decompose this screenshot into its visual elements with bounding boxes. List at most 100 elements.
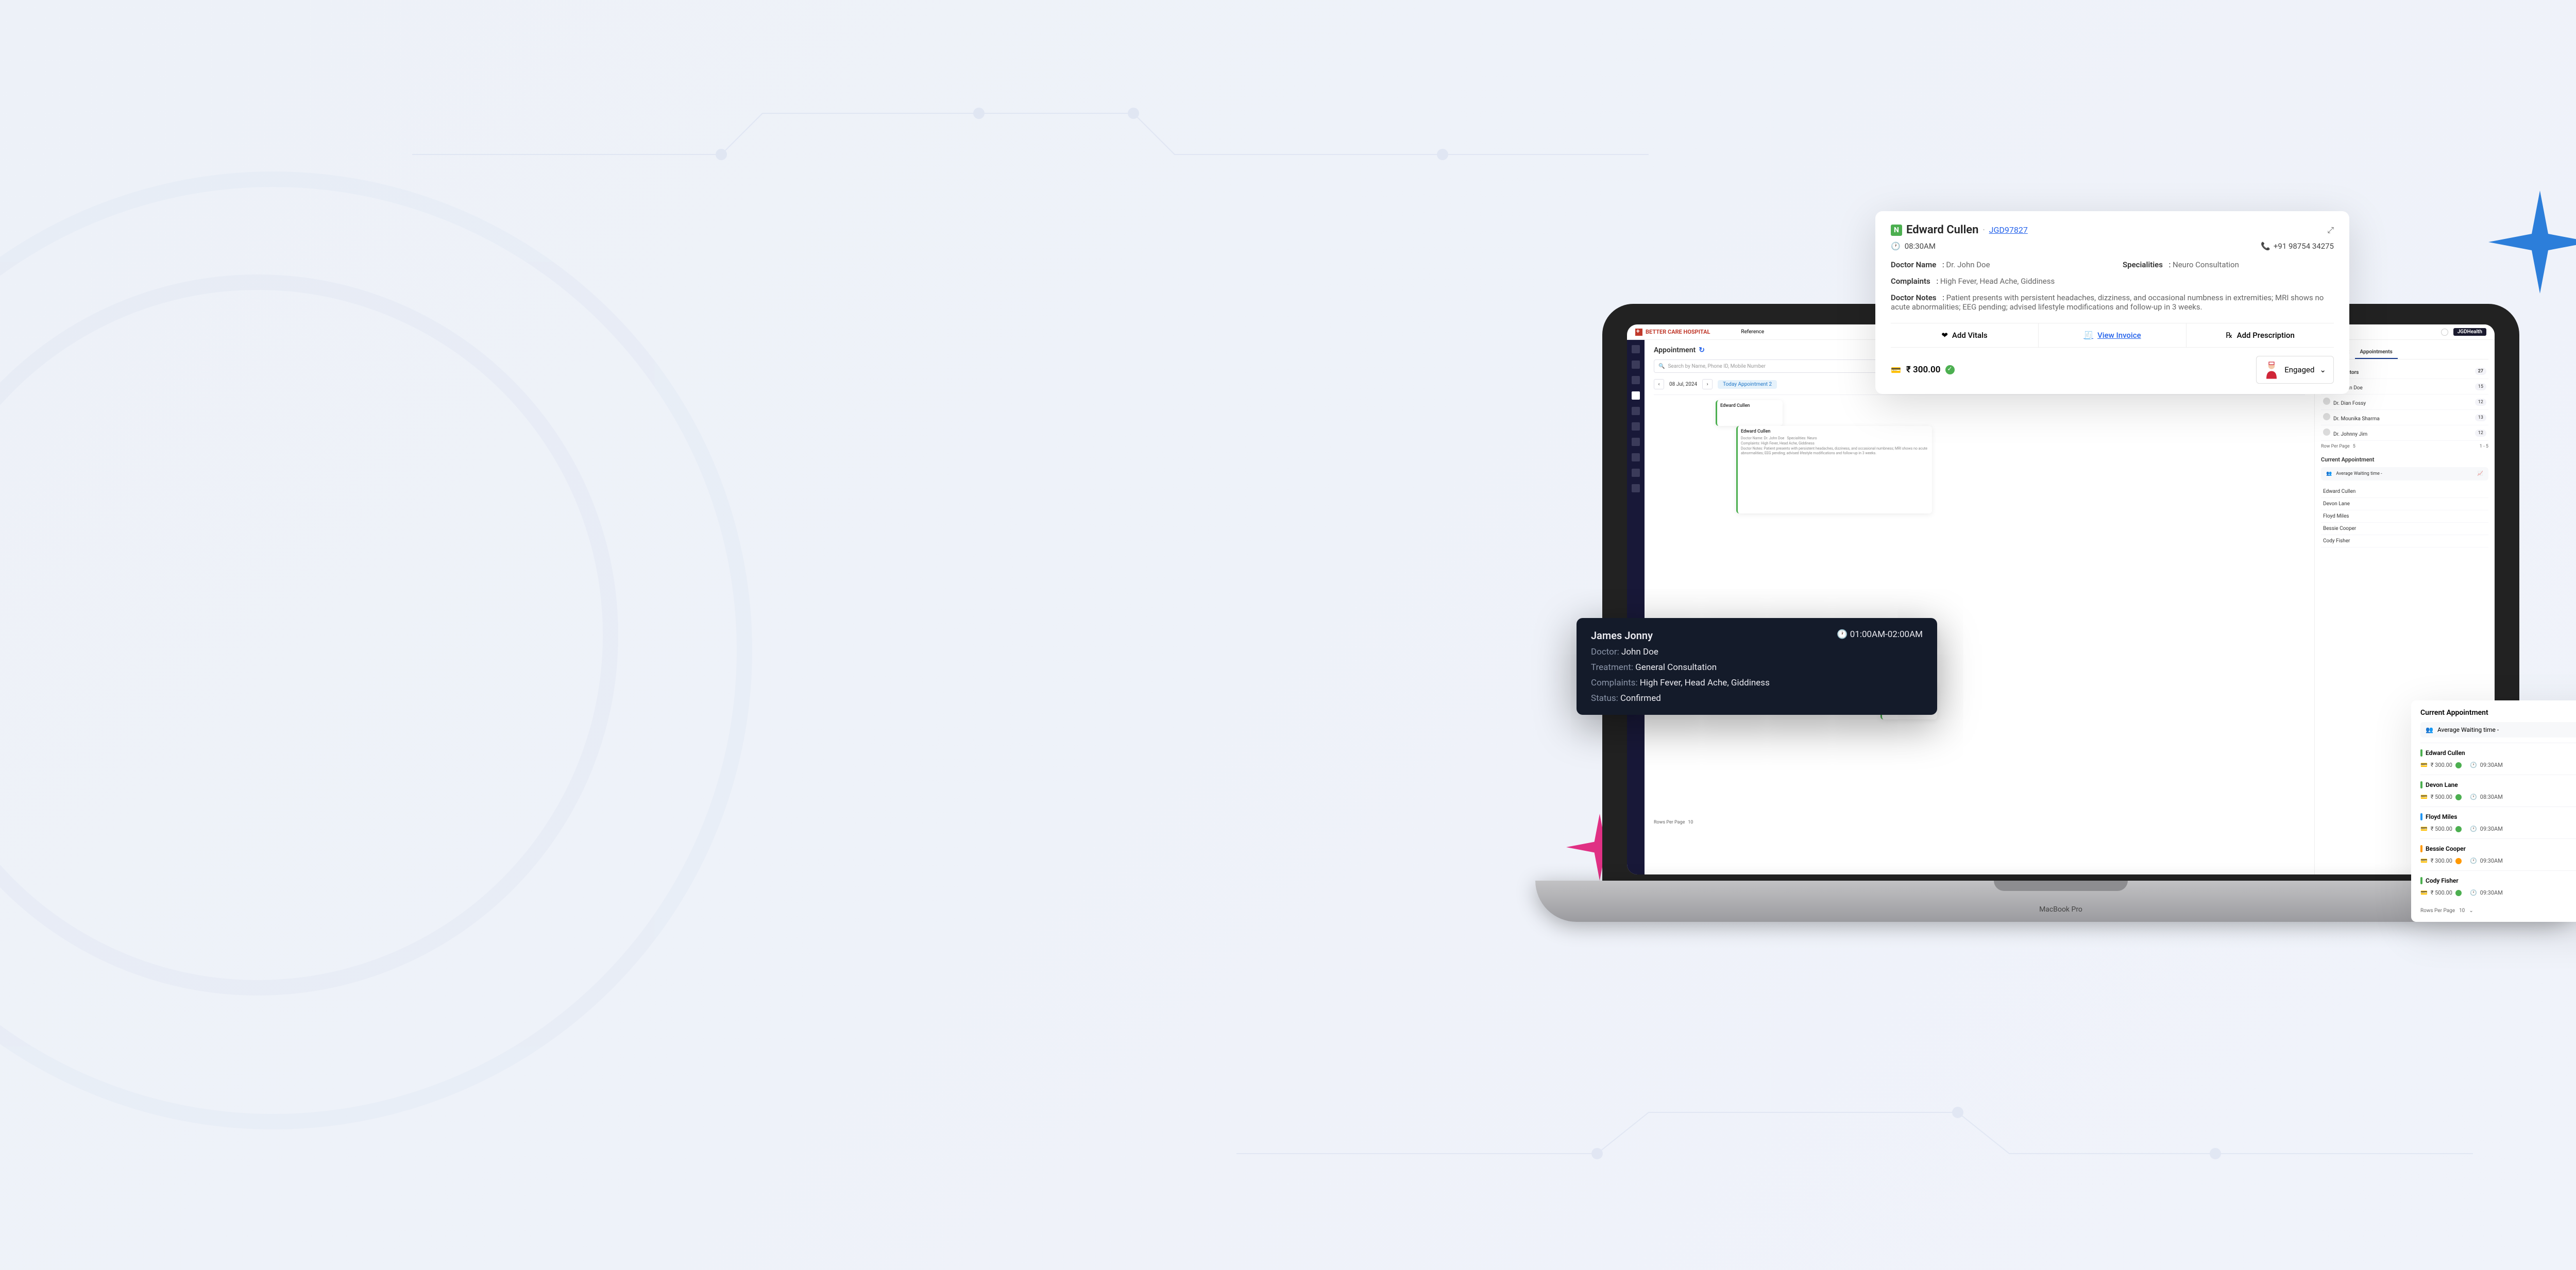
ca-item[interactable]: Cody Fisher ❤ 🧾 ℞ 💳 ₹ 500.00 🕐 09:30AM 👤…: [2420, 870, 2576, 902]
ca-time: 08:30AM: [2480, 794, 2503, 800]
sidebar-item-10[interactable]: [1632, 484, 1640, 492]
avatar-icon: [2323, 413, 2330, 420]
payment-icon: 💳: [2420, 889, 2428, 896]
add-vitals-button[interactable]: ❤Add Vitals: [1891, 323, 2039, 347]
sidebar-item-2[interactable]: [1632, 361, 1640, 369]
status-label: Engaged: [2284, 365, 2314, 374]
clock-icon: 🕐: [2470, 857, 2477, 864]
appt-card-1[interactable]: Edward Cullen: [1716, 400, 1783, 426]
tab-appointments[interactable]: Appointments: [2355, 346, 2398, 359]
sidebar-item-9[interactable]: [1632, 469, 1640, 477]
status-color-bar: [2420, 781, 2422, 788]
ca-title: Current Appointment: [2420, 709, 2576, 717]
complaints-field: Complaints : High Fever, Head Ache, Gidd…: [1891, 277, 2334, 286]
mini-row[interactable]: Floyd Miles: [2321, 510, 2488, 523]
detail-header: N Edward Cullen · JGD97827 ⤢: [1891, 224, 2334, 236]
mini-row[interactable]: Cody Fisher: [2321, 535, 2488, 547]
current-appointment-card: Current Appointment 👥 Average Waiting ti…: [2411, 700, 2576, 922]
circuit-top: [412, 62, 1649, 319]
mini-row[interactable]: Edward Cullen: [2321, 486, 2488, 498]
date-next-button[interactable]: ›: [1702, 379, 1713, 389]
clock-icon: 🕐: [2470, 889, 2477, 896]
clock-icon: 🕐: [1837, 629, 1848, 640]
payment-icon: 💳: [1891, 365, 1901, 375]
mini-name: Edward Cullen: [2323, 489, 2355, 494]
rpp-value[interactable]: 5: [2353, 444, 2355, 449]
sidebar-item-6[interactable]: [1632, 422, 1640, 431]
chevron-down-icon: ⌄: [2319, 365, 2326, 374]
add-prescription-button[interactable]: ℞Add Prescription: [2187, 323, 2334, 347]
rpp-value[interactable]: 10: [1688, 820, 1693, 825]
sidebar-item-1[interactable]: [1632, 345, 1640, 353]
mini-row[interactable]: Bessie Cooper: [2321, 523, 2488, 535]
view-invoice-link[interactable]: 🧾View Invoice: [2039, 323, 2187, 347]
ca-item[interactable]: Floyd Miles ❤ 🧾 ℞ 💳 ₹ 500.00 🕐 09:30AM 👤…: [2420, 806, 2576, 838]
phone-block: 📞 +91 98754 34275: [2261, 242, 2334, 251]
ca-time: 09:30AM: [2480, 889, 2503, 896]
tt-status-value: Confirmed: [1620, 693, 1661, 703]
doctor-row[interactable]: Dr. Mounika Sharma13: [2321, 410, 2488, 425]
rpp-range: 1 - 5: [2480, 444, 2488, 449]
tooltip-treatment: Treatment: General Consultation: [1591, 662, 1923, 673]
clock-icon: 🕐: [2470, 826, 2477, 832]
sidebar-item-5[interactable]: [1632, 407, 1640, 415]
hospital-logo: BETTER CARE HOSPITAL: [1635, 329, 1710, 336]
clock-icon: 🕐: [2470, 794, 2477, 800]
mini-row[interactable]: Devon Lane: [2321, 498, 2488, 510]
sidebar-item-3[interactable]: [1632, 376, 1640, 384]
ca-time: 09:30AM: [2480, 762, 2503, 768]
tooltip-time-text: 01:00AM-02:00AM: [1850, 629, 1923, 640]
detail-actions: ❤Add Vitals 🧾View Invoice ℞Add Prescript…: [1891, 323, 2334, 348]
doctor-row[interactable]: Dr. Johnny Jim12: [2321, 425, 2488, 441]
ca-item[interactable]: Devon Lane ❤ 🧾 ℞ 💳 ₹ 500.00 🕐 08:30AM 👤 …: [2420, 775, 2576, 806]
ca-pager: Rows Per Page 10⌄ 1 - 5 ‹ 1 2 › »: [2420, 906, 2576, 915]
sidebar: [1627, 324, 1645, 874]
spec-label: Specialities: [2123, 260, 2163, 269]
payment-icon: 💳: [2420, 826, 2428, 832]
avatar-icon: [2323, 428, 2330, 436]
sidebar-item-appointment[interactable]: [1632, 391, 1640, 400]
complaints-value: High Fever, Head Ache, Giddiness: [1940, 277, 2055, 286]
tt-doctor-value: John Doe: [1621, 647, 1658, 657]
phone-icon: 📞: [2261, 242, 2270, 251]
patient-id-link[interactable]: JGD97827: [1989, 225, 2028, 235]
hospital-name: BETTER CARE HOSPITAL: [1646, 329, 1710, 335]
calendar-pane: Appointment ↻ 🔍Search by Name, Phone ID,…: [1645, 340, 2314, 874]
mini-appt-list: Edward Cullen Devon Lane Floyd Miles Bes…: [2321, 486, 2488, 547]
detail-grid: Doctor Name : Dr. John Doe Specialities …: [1891, 260, 2334, 312]
current-date: 08 Jul, 2024: [1669, 382, 1697, 387]
doctor-row[interactable]: Dr. Dian Fossy12: [2321, 394, 2488, 410]
ca-item[interactable]: Edward Cullen ❤ 🧾 ℞ 💳 ₹ 300.00 🕐 09:30AM…: [2420, 743, 2576, 775]
mini-name: Devon Lane: [2323, 501, 2350, 507]
patient-detail-card: N Edward Cullen · JGD97827 ⤢ 🕐 08:30AM 📞…: [1875, 211, 2349, 394]
today-pill[interactable]: Today Appointment 2: [1718, 380, 1777, 389]
doctor-name: Dr. Johnny Jim: [2333, 432, 2367, 437]
notes-value: Patient presents with persistent headach…: [1891, 293, 2324, 312]
refresh-icon[interactable]: ↻: [1699, 346, 1705, 354]
invoice-label: View Invoice: [2097, 331, 2141, 340]
doctor-value: Dr. John Doe: [1946, 260, 1990, 269]
ca-name: Bessie Cooper: [2426, 845, 2576, 852]
cross-icon: [1635, 329, 1642, 336]
status-color-bar: [2420, 749, 2422, 757]
mini-name: Floyd Miles: [2323, 513, 2349, 519]
notes-field: Doctor Notes : Patient presents with per…: [1891, 293, 2334, 312]
ca-price: ₹ 500.00: [2431, 889, 2452, 896]
ca-name: Cody Fisher: [2426, 877, 2576, 884]
clock-icon: 🕐: [2470, 762, 2477, 768]
sidebar-item-7[interactable]: [1632, 438, 1640, 446]
mini-wait-label: Average Waiting time -: [2336, 471, 2382, 476]
status-dropdown[interactable]: Engaged ⌄: [2256, 356, 2334, 384]
tt-treatment-label: Treatment:: [1591, 662, 1633, 673]
ca-rpp-value[interactable]: 10: [2459, 908, 2465, 914]
tooltip-complaints: Complaints: High Fever, Head Ache, Giddi…: [1591, 678, 1923, 688]
ca-item[interactable]: Bessie Cooper ❤ 🧾 ℞ 💳 ₹ 300.00 🕐 09:30AM…: [2420, 838, 2576, 870]
notification-icon[interactable]: [2441, 329, 2448, 336]
sidebar-item-8[interactable]: [1632, 453, 1640, 461]
tt-treatment-value: General Consultation: [1635, 662, 1717, 673]
appt-card-detail[interactable]: Edward Cullen Doctor Name: Dr. John Doe …: [1736, 426, 1932, 513]
date-prev-button[interactable]: ‹: [1654, 379, 1664, 389]
expand-icon[interactable]: ⤢: [2327, 225, 2334, 235]
detail-footer: 💳 ₹ 300.00 Engaged ⌄: [1891, 356, 2334, 384]
topnav-reference[interactable]: Reference: [1741, 329, 1764, 335]
